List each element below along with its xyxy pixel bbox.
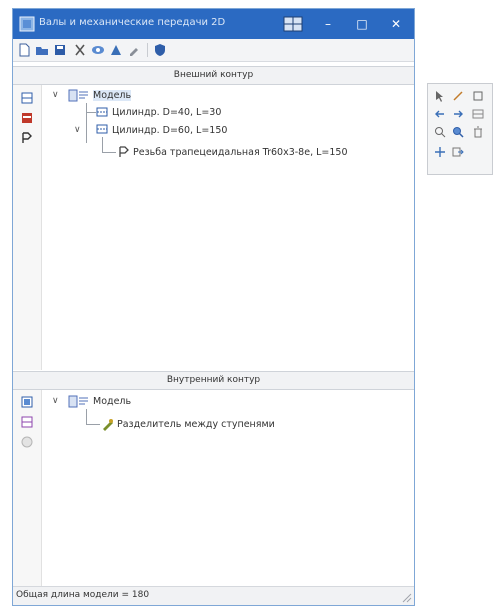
cylinder-icon [96,124,108,134]
arrow-right-icon[interactable] [452,108,464,120]
outer-tree-item-2-1[interactable]: Резьба трапецеидальная Tr60x3-8e, L=150 [133,147,348,158]
toolbar-separator [147,43,148,57]
color-icon[interactable] [109,43,123,57]
close-button[interactable]: ✕ [381,14,411,34]
add-thread-icon[interactable] [20,131,34,145]
tree-connector [86,409,87,425]
zoom-icon[interactable] [452,126,464,138]
minimize-button[interactable]: – [313,14,343,34]
thread-icon [119,146,129,157]
arrow-left-icon[interactable] [434,108,446,120]
outer-contour-side-toolbar [13,85,42,370]
divider-icon [103,419,113,431]
delete-icon[interactable] [472,126,484,138]
add-bore-icon[interactable] [20,395,34,409]
settings-icon[interactable] [127,43,141,57]
expand-chevron-icon[interactable]: ∨ [74,125,81,135]
view-icon[interactable] [91,43,105,57]
add-cylinder-icon[interactable] [20,91,34,105]
tree-connector [86,103,87,143]
zoom-fit-icon[interactable] [434,126,446,138]
toolbar [13,39,414,62]
model-icon [68,395,88,408]
disabled-tool-icon[interactable] [20,435,34,449]
resize-grip-icon[interactable] [402,593,412,603]
new-icon[interactable] [17,43,31,57]
outer-contour-header: Внешний контур [13,66,414,85]
frame-icon[interactable] [472,90,484,102]
outer-tree-root[interactable]: Модель [93,90,132,101]
tool-palette [427,83,493,175]
inner-contour-header: Внутренний контур [13,371,414,390]
expand-chevron-icon[interactable]: ∨ [52,396,59,406]
title-bar[interactable]: Валы и механические передачи 2D – □ ✕ [13,9,414,39]
inner-tree-item-1[interactable]: Разделитель между ступенями [117,419,275,430]
main-window: Валы и механические передачи 2D – □ ✕ Вн… [12,8,415,606]
outer-tree-item-2[interactable]: Цилиндр. D=60, L=150 [112,125,227,136]
window-title: Валы и механические передачи 2D [39,17,226,28]
table-icon[interactable] [472,108,484,120]
expand-chevron-icon[interactable]: ∨ [52,90,59,100]
shield-icon[interactable] [153,43,167,57]
app-icon [19,16,35,32]
tree-connector [102,152,116,153]
inner-contour-side-toolbar [13,390,42,589]
tree-connector [102,137,103,153]
line-icon[interactable] [452,90,464,102]
maximize-button[interactable]: □ [347,14,377,34]
status-bar: Общая длина модели = 180 [13,586,414,605]
outer-tree-item-1[interactable]: Цилиндр. D=40, L=30 [112,107,221,118]
grid-icon[interactable] [283,15,303,33]
cylinder-icon [96,107,108,117]
save-icon[interactable] [53,43,67,57]
cut-icon[interactable] [73,43,87,57]
open-icon[interactable] [35,43,49,57]
model-icon [68,89,88,102]
move-icon[interactable] [434,146,446,158]
export-icon[interactable] [452,146,464,158]
inner-tree-root[interactable]: Модель [93,396,131,407]
tree-connector [86,424,100,425]
status-text: Общая длина модели = 180 [16,590,150,600]
add-section-icon[interactable] [20,111,34,125]
pointer-icon[interactable] [434,90,446,102]
add-groove-icon[interactable] [20,415,34,429]
